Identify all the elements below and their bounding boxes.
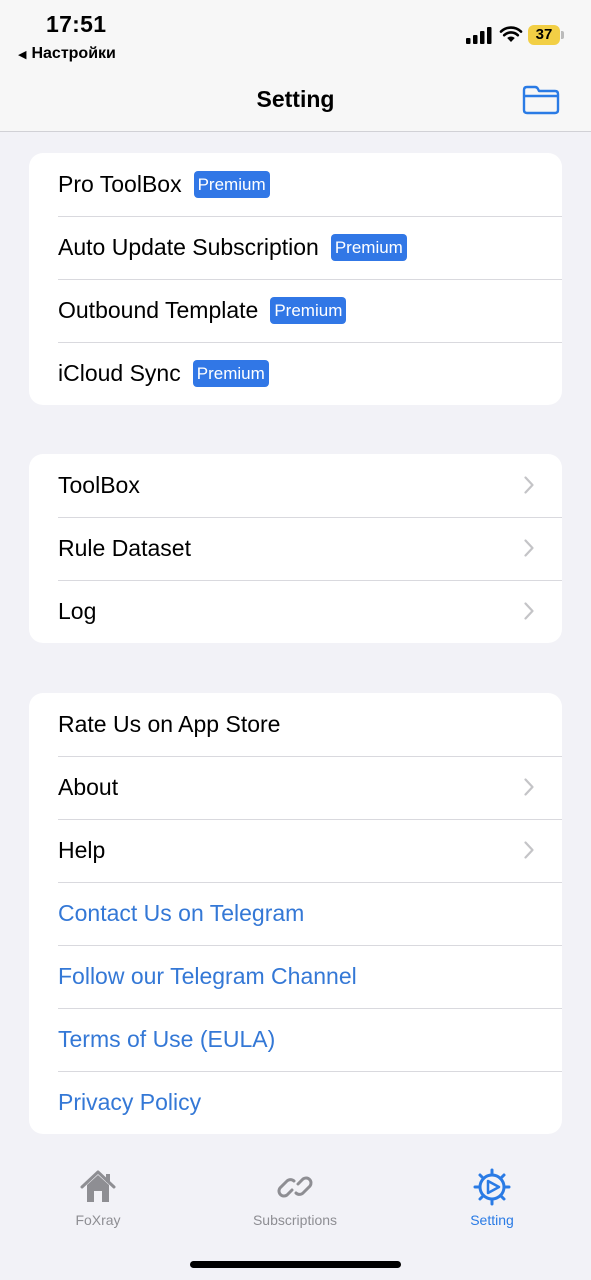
row-label: Terms of Use (EULA) [58,1026,276,1052]
tab-label: FoXray [75,1212,121,1228]
toolbox-row[interactable]: ToolBox [29,454,562,517]
back-to-app-button[interactable]: ◀ Настройки [18,45,116,63]
row-label: About [58,774,119,800]
row-label: Privacy Policy [58,1089,202,1115]
tab-foxray[interactable]: FoXray [18,1167,178,1228]
telegram-channel-link[interactable]: Follow our Telegram Channel [29,945,562,1008]
premium-badge: Premium [270,297,347,324]
row-label: Auto Update Subscription [58,234,319,260]
row-label: Rate Us on App Store [58,711,281,737]
rule-dataset-row[interactable]: Rule Dataset [29,517,562,580]
log-row[interactable]: Log [29,580,562,643]
wifi-icon [499,26,523,42]
icloud-sync-row[interactable]: iCloud Sync Premium [29,342,562,405]
battery-indicator: 37 [528,25,564,45]
cellular-signal-icon [466,27,492,44]
help-row[interactable]: Help [29,819,562,882]
chevron-right-icon [524,778,534,796]
status-time: 17:51 [46,11,107,37]
row-label: Outbound Template [58,297,259,323]
row-label: Log [58,598,97,624]
folder-icon[interactable] [521,84,561,116]
auto-update-subscription-row[interactable]: Auto Update Subscription Premium [29,216,562,279]
page-title: Setting [256,86,335,112]
premium-features-group: Pro ToolBox Premium Auto Update Subscrip… [29,153,562,405]
back-triangle-icon: ◀ [18,48,27,61]
back-app-label: Настройки [31,45,116,62]
premium-badge: Premium [192,360,269,387]
tab-label: Subscriptions [252,1212,338,1228]
battery-level: 37 [535,26,553,43]
about-row[interactable]: About [29,756,562,819]
tab-setting[interactable]: Setting [412,1167,572,1228]
tab-label: Setting [470,1212,514,1228]
info-group: Rate Us on App Store About Help Contact … [29,693,562,1134]
row-label: Follow our Telegram Channel [58,963,357,989]
row-label: Contact Us on Telegram [58,900,305,926]
row-label: Pro ToolBox [58,171,182,197]
chevron-right-icon [524,476,534,494]
chevron-right-icon [524,602,534,620]
terms-of-use-link[interactable]: Terms of Use (EULA) [29,1008,562,1071]
row-label: Rule Dataset [58,535,191,561]
status-bar: 17:51 ◀ Настройки 37 [0,0,591,70]
privacy-policy-link[interactable]: Privacy Policy [29,1071,562,1134]
link-icon [277,1176,313,1198]
row-label: ToolBox [58,472,140,498]
outbound-template-row[interactable]: Outbound Template Premium [29,279,562,342]
chevron-right-icon [524,841,534,859]
premium-badge: Premium [330,234,407,261]
pro-toolbox-row[interactable]: Pro ToolBox Premium [29,153,562,216]
home-indicator[interactable] [190,1261,401,1268]
row-label: iCloud Sync [58,360,181,386]
navigation-bar: Setting [0,70,591,132]
gear-icon [473,1168,511,1206]
chevron-right-icon [524,539,534,557]
contact-telegram-link[interactable]: Contact Us on Telegram [29,882,562,945]
tools-group: ToolBox Rule Dataset Log [29,454,562,643]
house-icon [80,1170,116,1202]
row-label: Help [58,837,106,863]
premium-badge: Premium [193,171,270,198]
rate-us-row[interactable]: Rate Us on App Store [29,693,562,756]
tab-subscriptions[interactable]: Subscriptions [215,1167,375,1228]
